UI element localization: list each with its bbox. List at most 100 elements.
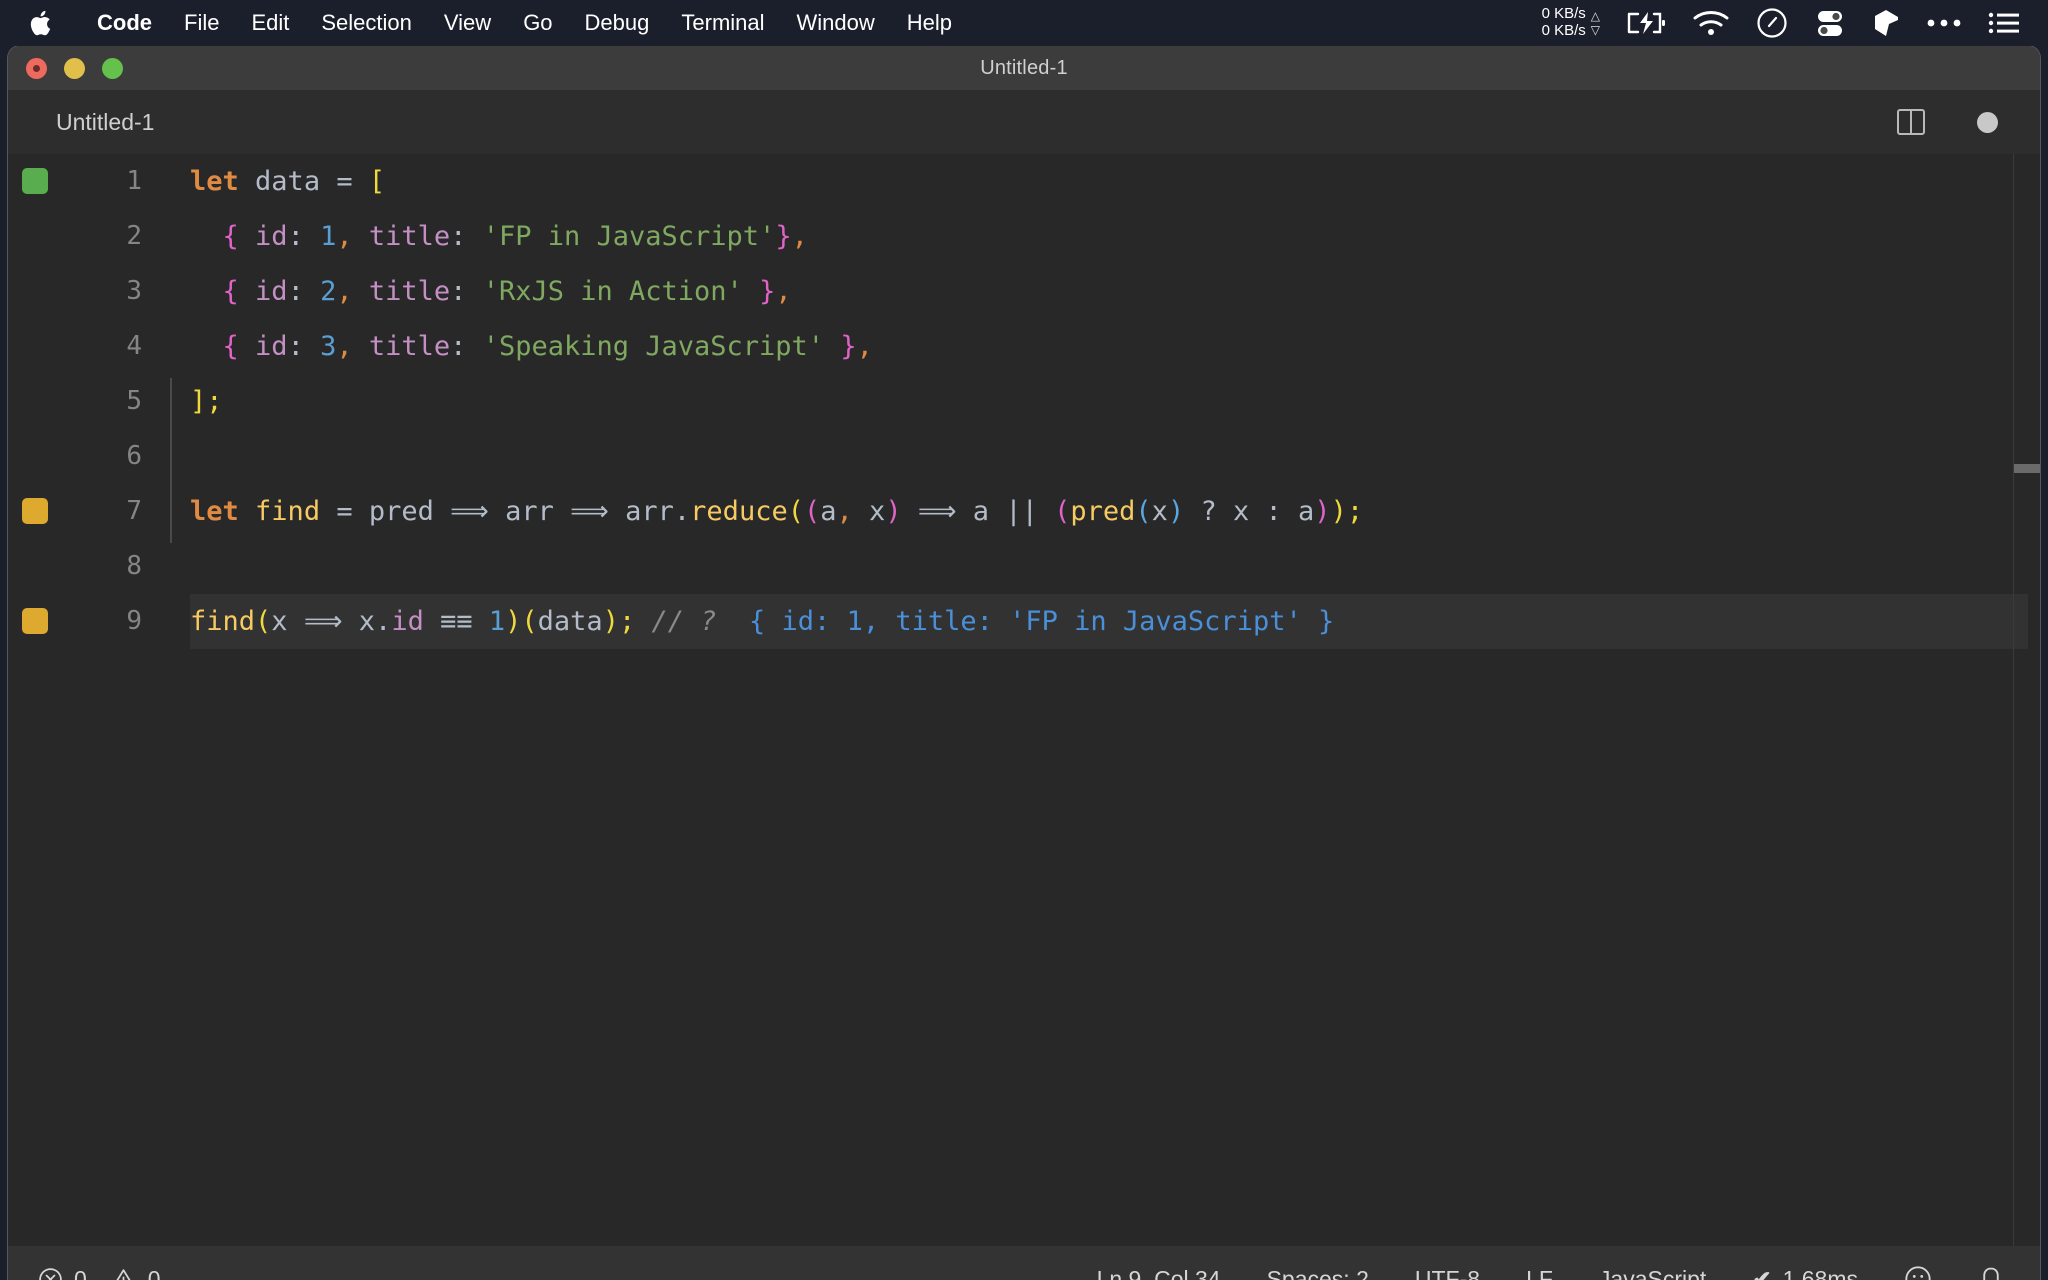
line-number: 1	[126, 166, 142, 196]
code-line-9[interactable]: 9 find(x ⟹ x.id ≡≡ 1)(data); // ? { id: 1…	[8, 594, 2040, 649]
line-number: 2	[126, 221, 142, 251]
wifi-icon[interactable]	[1692, 9, 1730, 37]
token-br3: )	[1167, 496, 1185, 527]
token-op	[304, 276, 320, 307]
token-comma: ,	[336, 276, 353, 307]
token-op: ⟹	[901, 496, 973, 527]
editor-scrollbar[interactable]	[2014, 154, 2040, 1246]
toggles-icon[interactable]	[1814, 7, 1846, 39]
line-content: { id: 3, title: 'Speaking JavaScript' },	[190, 319, 873, 374]
menu-item-debug[interactable]: Debug	[569, 12, 666, 34]
window-title: Untitled-1	[980, 56, 1068, 79]
token-var: x	[358, 606, 376, 637]
network-arrows-icon: △ ▽	[1590, 9, 1600, 37]
menu-item-go[interactable]: Go	[507, 12, 568, 34]
line-number: 5	[126, 386, 142, 416]
token-var: x	[869, 496, 886, 527]
token-br2: (	[1054, 496, 1071, 527]
code-line-1[interactable]: 1 let data = [	[8, 154, 2040, 209]
unsaved-changes-icon[interactable]	[1977, 111, 1998, 133]
bell-icon[interactable]	[1978, 1265, 2004, 1280]
code-line-4[interactable]: 4 { id: 3, title: 'Speaking JavaScript' …	[8, 319, 2040, 374]
scrollbar-thumb[interactable]	[2014, 464, 2040, 473]
language-mode[interactable]: JavaScript	[1599, 1266, 1706, 1280]
network-speed-indicator[interactable]: 0 KB/s 0 KB/s △ ▽	[1542, 5, 1600, 40]
token-qval: { id: 1, title: 'FP in JavaScript' }	[749, 606, 1335, 637]
control-center-icon[interactable]	[1988, 11, 2020, 35]
token-br2: (	[803, 496, 821, 527]
token-op	[353, 276, 369, 307]
token-op	[353, 166, 369, 197]
line-content: let find = pred ⟹ arr ⟹ arr.reduce((a, x…	[190, 484, 1363, 539]
eol-setting[interactable]: LF	[1526, 1266, 1553, 1280]
token-br2: {	[222, 276, 239, 307]
token-comma: ,	[336, 221, 353, 252]
token-br1: (	[521, 606, 538, 637]
editor-tabbar: Untitled-1	[8, 90, 2040, 154]
battery-charging-icon[interactable]	[1626, 10, 1666, 36]
split-editor-icon[interactable]	[1897, 109, 1925, 135]
encoding-setting[interactable]: UTF-8	[1415, 1266, 1480, 1280]
traffic-lights	[26, 46, 123, 90]
apple-logo-icon[interactable]	[30, 9, 55, 38]
line-number: 9	[126, 606, 142, 636]
code-line-6[interactable]: 6	[8, 429, 2040, 484]
code-line-5[interactable]: 5];	[8, 374, 2040, 429]
token-comma: ,	[775, 276, 792, 307]
code-line-8[interactable]: 8	[8, 539, 2040, 594]
menu-item-selection[interactable]: Selection	[305, 12, 428, 34]
token-var: x	[1151, 496, 1168, 527]
menu-item-window[interactable]: Window	[781, 12, 891, 34]
token-op: ?	[1184, 496, 1233, 527]
token-op: ⟹	[433, 496, 506, 527]
macos-menu-bar: Code File Edit Selection View Go Debug T…	[0, 0, 2048, 46]
code-line-3[interactable]: 3 { id: 2, title: 'RxJS in Action' },	[8, 264, 2040, 319]
unsaved-indicator-dot	[33, 64, 40, 72]
menu-item-view[interactable]: View	[428, 12, 507, 34]
code-line-2[interactable]: 2 { id: 1, title: 'FP in JavaScript'},	[8, 209, 2040, 264]
token-punc: :	[287, 276, 304, 307]
menu-item-terminal[interactable]: Terminal	[665, 12, 780, 34]
token-op	[353, 331, 369, 362]
warning-triangle-icon	[110, 1267, 137, 1280]
token-var: x	[271, 606, 288, 637]
token-fn: reduce	[690, 496, 788, 527]
menubar-status-area: 0 KB/s 0 KB/s △ ▽	[1542, 5, 2020, 40]
token-op: =	[336, 496, 353, 527]
code-lines: 1 let data = [2 { id: 1, title: 'FP in Ja…	[8, 154, 2040, 649]
token-prop: id	[255, 331, 288, 362]
token-fn: find	[255, 496, 321, 527]
menu-item-file[interactable]: File	[168, 12, 235, 34]
token-br1: (	[787, 496, 804, 527]
line-content: { id: 2, title: 'RxJS in Action' },	[190, 264, 792, 319]
menu-item-edit[interactable]: Edit	[235, 12, 305, 34]
token-var: a	[1298, 496, 1315, 527]
smiley-icon[interactable]	[1904, 1265, 1932, 1280]
tab-untitled-1[interactable]: Untitled-1	[8, 90, 185, 154]
code-editor[interactable]: 1 let data = [2 { id: 1, title: 'FP in Ja…	[8, 154, 2040, 1246]
token-op	[635, 606, 651, 637]
token-comma: ,	[856, 331, 873, 362]
token-num: 2	[320, 276, 337, 307]
bartender-icon[interactable]	[1872, 8, 1900, 38]
close-button[interactable]	[26, 57, 47, 79]
quokka-status[interactable]: ✔ 1.68ms	[1752, 1266, 1858, 1280]
token-br2: )	[1314, 496, 1331, 527]
cursor-position[interactable]: Ln 9, Col 34	[1097, 1266, 1221, 1280]
speedometer-icon[interactable]	[1756, 7, 1788, 39]
token-var: x	[1232, 496, 1250, 527]
status-bar-left: 0 0	[8, 1266, 161, 1280]
token-op: ≡≡	[423, 606, 489, 637]
token-op	[190, 276, 223, 307]
minimize-button[interactable]	[64, 57, 85, 79]
code-line-7[interactable]: 7 let find = pred ⟹ arr ⟹ arr.reduce((a, …	[8, 484, 2040, 539]
menu-item-help[interactable]: Help	[891, 12, 968, 34]
token-op: =	[336, 166, 353, 197]
zoom-button[interactable]	[102, 57, 123, 79]
indentation-setting[interactable]: Spaces: 2	[1267, 1266, 1369, 1280]
token-br1: ;	[206, 386, 223, 417]
ellipsis-icon[interactable]	[1926, 17, 1962, 29]
problems-indicator[interactable]: 0 0	[38, 1266, 161, 1280]
token-var: a	[820, 496, 837, 527]
menu-item-code[interactable]: Code	[81, 12, 168, 34]
